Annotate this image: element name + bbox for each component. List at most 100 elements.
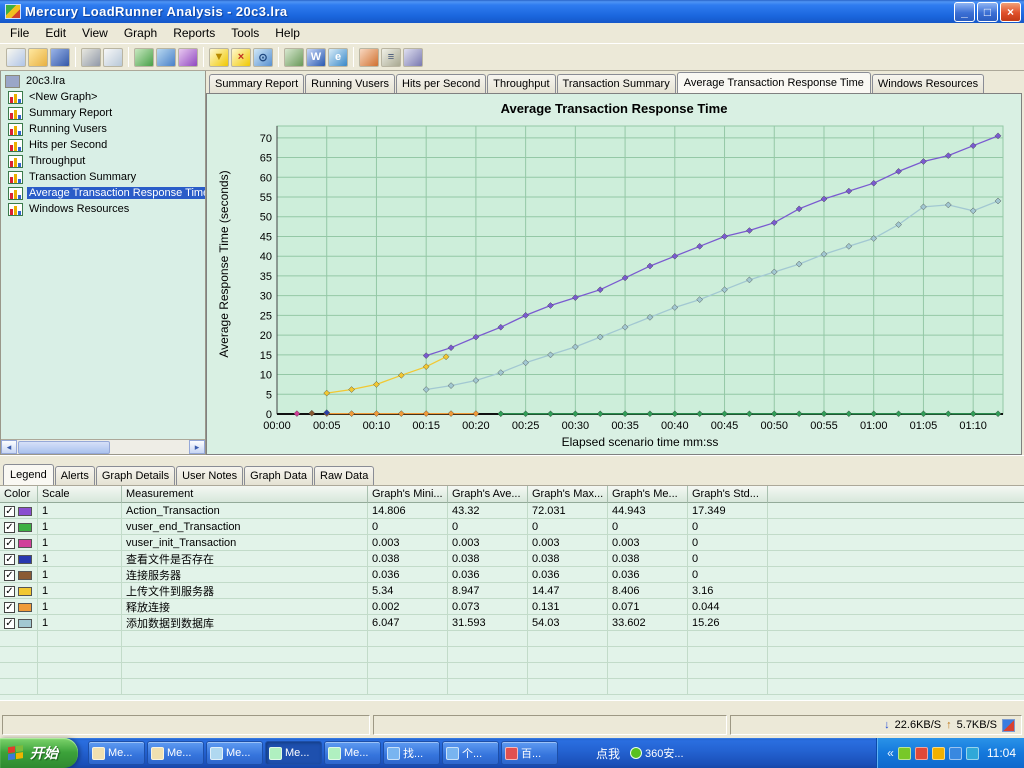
title-bar[interactable]: Mercury LoadRunner Analysis - 20c3.lra _… (0, 0, 1024, 23)
tab-6[interactable]: Windows Resources (872, 74, 984, 93)
granularity-icon[interactable]: ⊙ (253, 48, 273, 67)
row-checkbox[interactable]: ✓ (4, 586, 15, 597)
legend-row-4[interactable]: ✓1连接服务器0.0360.0360.0360.0360 (0, 567, 1024, 583)
open-icon[interactable] (28, 48, 48, 67)
scroll-thumb[interactable] (18, 441, 110, 454)
filter-icon[interactable]: ▼ (209, 48, 229, 67)
chart-plot[interactable]: 051015202530354045505560657000:0000:0500… (237, 120, 1011, 454)
tree-item-4[interactable]: Throughput (1, 153, 205, 169)
tree-item-2[interactable]: Running Vusers (1, 121, 205, 137)
html-report-icon[interactable]: e (328, 48, 348, 67)
tray-icon-2[interactable] (915, 747, 928, 760)
panel-splitter[interactable] (0, 455, 1024, 465)
legend-row-1[interactable]: ✓1vuser_end_Transaction00000 (0, 519, 1024, 535)
tab-0[interactable]: Summary Report (209, 74, 304, 93)
menu-graph[interactable]: Graph (116, 23, 165, 43)
column-header-7[interactable]: Graph's Std... (688, 486, 768, 503)
summary-report-icon[interactable]: ≡ (381, 48, 401, 67)
taskbar-button-3[interactable]: Me... (265, 741, 322, 765)
clock[interactable]: 11:04 (987, 746, 1016, 760)
menu-file[interactable]: File (2, 23, 37, 43)
taskbar-button-7[interactable]: 百... (501, 741, 558, 765)
new-session-icon[interactable] (6, 48, 26, 67)
start-button[interactable]: 开始 (0, 738, 78, 768)
taskbar-hint-text[interactable]: 点我 (596, 745, 620, 762)
cell-filler (768, 567, 1024, 582)
taskbar-button-2[interactable]: Me... (206, 741, 263, 765)
tab-3[interactable]: Throughput (487, 74, 555, 93)
row-checkbox[interactable]: ✓ (4, 538, 15, 549)
tree-item-0[interactable]: <New Graph> (1, 89, 205, 105)
column-header-4[interactable]: Graph's Ave... (448, 486, 528, 503)
tray-icon-3[interactable] (932, 747, 945, 760)
bottom-tab-0[interactable]: Legend (3, 464, 54, 485)
menu-edit[interactable]: Edit (37, 23, 74, 43)
tree-item-7[interactable]: Windows Resources (1, 201, 205, 217)
minimize-button[interactable]: _ (954, 2, 975, 22)
row-checkbox[interactable]: ✓ (4, 618, 15, 629)
tab-2[interactable]: Hits per Second (396, 74, 486, 93)
row-checkbox[interactable]: ✓ (4, 570, 15, 581)
tab-4[interactable]: Transaction Summary (557, 74, 676, 93)
tab-1[interactable]: Running Vusers (305, 74, 395, 93)
legend-row-0[interactable]: ✓1Action_Transaction14.80643.3272.03144.… (0, 503, 1024, 519)
menu-tools[interactable]: Tools (223, 23, 267, 43)
legend-row-3[interactable]: ✓1查看文件是否存在0.0380.0380.0380.0380 (0, 551, 1024, 567)
print-icon[interactable] (81, 48, 101, 67)
maximize-button[interactable]: □ (977, 2, 998, 22)
word-report-icon[interactable]: W (306, 48, 326, 67)
taskbar-button-5[interactable]: 找... (383, 741, 440, 765)
clear-filter-icon[interactable]: × (231, 48, 251, 67)
drill-down-icon[interactable] (284, 48, 304, 67)
tree-item-5[interactable]: Transaction Summary (1, 169, 205, 185)
tray-icon-4[interactable] (949, 747, 962, 760)
legend-row-2[interactable]: ✓1vuser_init_Transaction0.0030.0030.0030… (0, 535, 1024, 551)
scroll-right-icon[interactable]: ▸ (189, 440, 205, 454)
bottom-tab-1[interactable]: Alerts (55, 466, 95, 485)
tray-chevron-icon[interactable]: « (887, 746, 894, 760)
legend-row-6[interactable]: ✓1释放连接0.0020.0730.1310.0710.044 (0, 599, 1024, 615)
add-graph-icon[interactable] (134, 48, 154, 67)
row-checkbox[interactable]: ✓ (4, 506, 15, 517)
column-header-6[interactable]: Graph's Me... (608, 486, 688, 503)
tab-5[interactable]: Average Transaction Response Time (677, 72, 871, 93)
row-checkbox[interactable]: ✓ (4, 554, 15, 565)
scroll-left-icon[interactable]: ◂ (1, 440, 17, 454)
bottom-tab-5[interactable]: Raw Data (314, 466, 374, 485)
column-header-0[interactable]: Color (0, 486, 38, 503)
menu-reports[interactable]: Reports (165, 23, 223, 43)
taskbar-button-4[interactable]: Me... (324, 741, 381, 765)
menu-view[interactable]: View (74, 23, 116, 43)
taskbar-button-6[interactable]: 个... (442, 741, 499, 765)
menu-help[interactable]: Help (267, 23, 308, 43)
options-icon[interactable] (403, 48, 423, 67)
row-checkbox[interactable]: ✓ (4, 602, 15, 613)
taskbar-button-1[interactable]: Me... (147, 741, 204, 765)
column-header-2[interactable]: Measurement (122, 486, 368, 503)
bottom-tab-4[interactable]: Graph Data (244, 466, 313, 485)
bottom-tab-3[interactable]: User Notes (176, 466, 243, 485)
app-360-button[interactable]: 360安... (630, 745, 684, 761)
column-header-5[interactable]: Graph's Max... (528, 486, 608, 503)
legend-row-5[interactable]: ✓1上传文件到服务器5.348.94714.478.4063.16 (0, 583, 1024, 599)
tree-horizontal-scrollbar[interactable]: ◂ ▸ (1, 439, 205, 454)
network-tray-icon[interactable] (966, 747, 979, 760)
close-button[interactable]: × (1000, 2, 1021, 22)
traffic-monitor-icon[interactable] (1002, 719, 1015, 732)
bottom-tab-2[interactable]: Graph Details (96, 466, 175, 485)
print-preview-icon[interactable] (103, 48, 123, 67)
legend-row-7[interactable]: ✓1添加数据到数据库6.04731.59354.0333.60215.26 (0, 615, 1024, 631)
taskbar-button-0[interactable]: Me... (88, 741, 145, 765)
tree-item-6[interactable]: Average Transaction Response Time (1, 185, 205, 201)
row-checkbox[interactable]: ✓ (4, 522, 15, 533)
tray-icon-1[interactable] (898, 747, 911, 760)
column-header-1[interactable]: Scale (38, 486, 122, 503)
column-header-3[interactable]: Graph's Mini... (368, 486, 448, 503)
tree-item-1[interactable]: Summary Report (1, 105, 205, 121)
crystal-report-icon[interactable] (359, 48, 379, 67)
tree-root[interactable]: 20c3.lra (1, 73, 205, 89)
tree-item-3[interactable]: Hits per Second (1, 137, 205, 153)
merge-graphs-icon[interactable] (156, 48, 176, 67)
save-icon[interactable] (50, 48, 70, 67)
cross-result-icon[interactable] (178, 48, 198, 67)
